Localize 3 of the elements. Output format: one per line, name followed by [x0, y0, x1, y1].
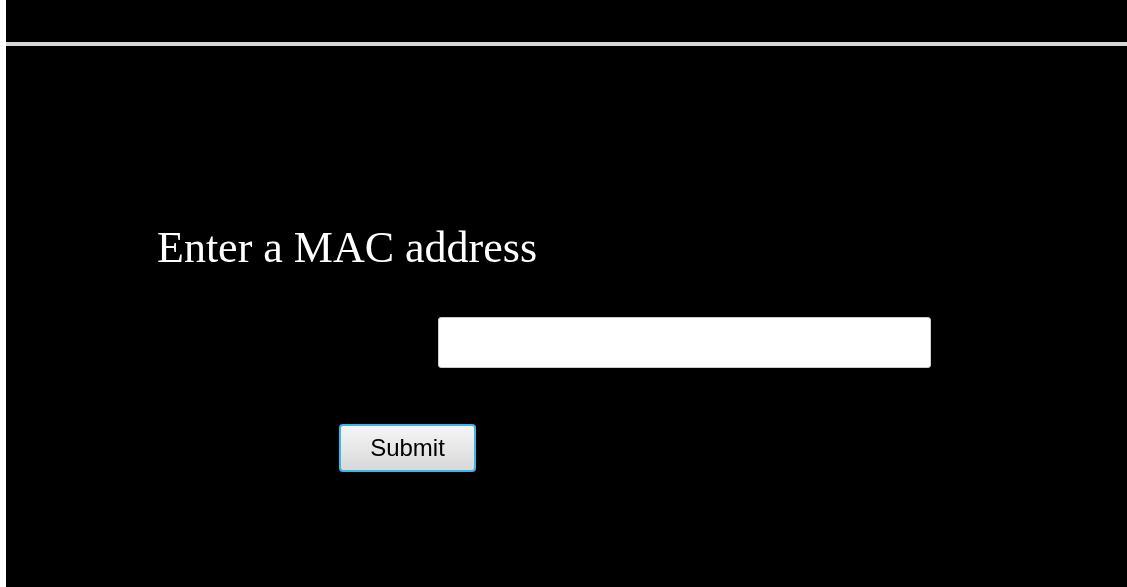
submit-button[interactable]: Submit	[339, 423, 476, 472]
mac-address-field[interactable]	[438, 316, 931, 368]
page-heading: Enter a MAC address	[157, 222, 538, 274]
